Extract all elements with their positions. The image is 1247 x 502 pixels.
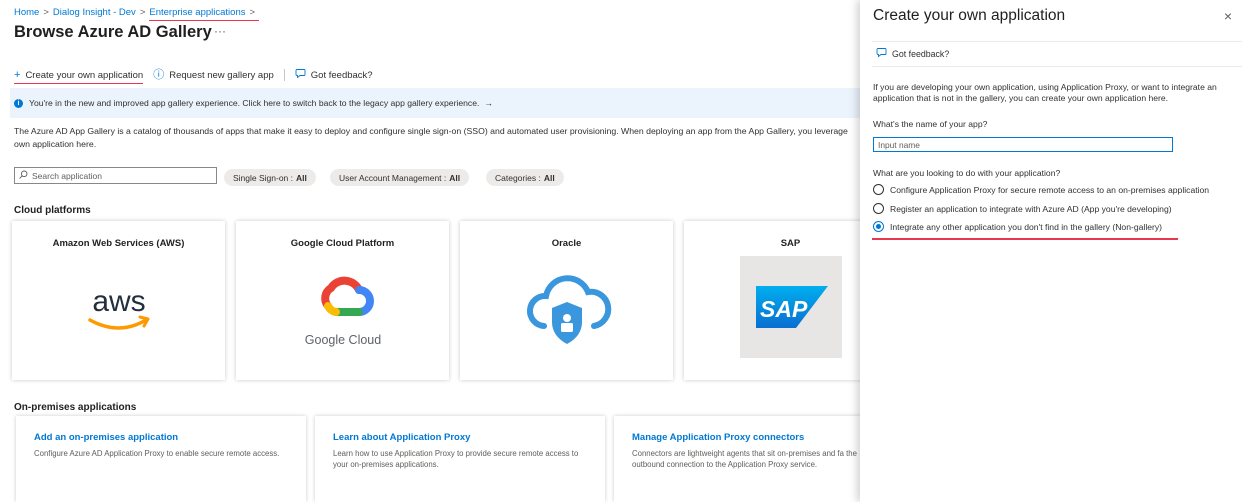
search-input[interactable]: Search application [14,167,217,184]
google-cloud-logo-text: Google Cloud [305,333,381,347]
aws-logo: aws [68,256,170,358]
page-title: Browse Azure AD Gallery [14,23,212,41]
breadcrumb-separator: > [249,7,256,18]
panel-command-bar: Got feedback? [872,41,1242,67]
filter-label: Categories : [495,172,541,183]
command-bar: + Create your own application ⓘ Request … [14,68,373,84]
filter-label: Single Sign-on : [233,172,294,183]
create-own-app-button[interactable]: + Create your own application [14,68,144,84]
on-premises-heading: On-premises applications [14,402,137,413]
radio-button[interactable] [873,184,884,195]
onprem-card-description: Learn how to use Application Proxy to pr… [333,449,579,469]
sap-logo-text: SAP [760,296,808,322]
onprem-card-description: Connectors are lightweight agents that s… [632,449,857,469]
banner-text: You're in the new and improved app galle… [29,98,480,108]
breadcrumb-tenant[interactable]: Dialog Insight - Dev [53,7,136,18]
aws-logo-text: aws [92,285,145,318]
feedback-label: Got feedback? [310,69,373,81]
onprem-card-learn-proxy[interactable]: Learn about Application Proxy Learn how … [315,416,605,502]
search-placeholder: Search application [32,170,102,181]
option-label: Integrate any other application you don'… [890,221,1163,232]
filter-single-sign-on[interactable]: Single Sign-on : All [224,169,316,186]
purpose-label: What are you looking to do with your app… [873,168,1061,178]
app-card-name: Google Cloud Platform [290,238,395,249]
cloud-platforms-heading: Cloud platforms [14,205,91,216]
legacy-gallery-banner[interactable]: i You're in the new and improved app gal… [10,88,860,118]
highlight-underline [872,238,1178,240]
radio-button-selected[interactable] [873,221,884,232]
radio-button[interactable] [873,203,884,214]
panel-title: Create your own application [873,7,1066,24]
feedback-icon [295,68,306,82]
app-name-input[interactable] [873,137,1173,152]
gallery-page: Home > Dialog Insight - Dev > Enterprise app… [0,0,904,502]
feedback-icon [876,47,887,61]
command-divider [283,69,285,81]
info-icon: i [14,98,23,108]
app-card-oracle[interactable]: Oracle [460,221,673,380]
breadcrumb-separator: > [139,7,146,18]
filter-user-account-management[interactable]: User Account Management : All [330,169,470,186]
breadcrumb-home[interactable]: Home [14,7,39,18]
request-gallery-app-button[interactable]: ⓘ Request new gallery app [153,68,274,81]
more-options-button[interactable]: ··· [214,24,226,38]
request-gallery-app-label: Request new gallery app [169,69,274,81]
option-label: Register an application to integrate wit… [890,203,1172,214]
app-card-google-cloud[interactable]: Google Cloud Platform Google Cloud [236,221,449,380]
onprem-card-title[interactable]: Learn about Application Proxy [333,432,470,443]
filter-value: All [296,172,307,183]
plus-icon: + [14,68,21,81]
app-card-aws[interactable]: Amazon Web Services (AWS) aws [12,221,225,380]
option-app-proxy[interactable]: Configure Application Proxy for secure r… [873,184,1209,195]
google-cloud-logo: Google Cloud [292,256,394,358]
option-label: Configure Application Proxy for secure r… [890,184,1210,195]
filter-label: User Account Management : [339,172,447,183]
filter-value: All [449,172,461,183]
sap-logo: SAP [740,256,842,358]
filter-value: All [543,172,555,183]
app-card-name: Oracle [551,238,582,249]
onprem-card-title[interactable]: Add an on-premises application [34,432,178,443]
search-icon [19,170,28,181]
panel-feedback-button[interactable]: Got feedback? [892,49,949,59]
panel-description: If you are developing your own applicati… [873,82,1217,103]
breadcrumb-enterprise-apps[interactable]: Enterprise applications [149,7,245,18]
info-circle-icon: ⓘ [153,68,165,81]
option-non-gallery[interactable]: Integrate any other application you don'… [873,221,1162,232]
filter-categories[interactable]: Categories : All [486,169,564,186]
close-icon[interactable]: × [1224,9,1232,23]
arrow-right-icon: → [484,98,493,108]
option-register-app[interactable]: Register an application to integrate wit… [873,203,1172,214]
breadcrumb-separator: > [43,7,49,18]
app-name-label: What's the name of your app? [873,119,988,129]
feedback-button[interactable]: Got feedback? [295,68,373,82]
onprem-card-description: Configure Azure AD Application Proxy to … [34,449,280,458]
create-app-panel: Create your own application × Got feedba… [860,0,1247,502]
gallery-description: The Azure AD App Gallery is a catalog of… [14,126,848,149]
app-card-name: Amazon Web Services (AWS) [52,238,185,249]
create-own-app-label: Create your own application [25,69,144,81]
cloud-shield-icon [516,256,618,358]
breadcrumb: Home > Dialog Insight - Dev > Enterprise app… [14,7,260,21]
onprem-card-add-app[interactable]: Add an on-premises application Configure… [16,416,306,502]
onprem-card-title[interactable]: Manage Application Proxy connectors [632,432,804,443]
